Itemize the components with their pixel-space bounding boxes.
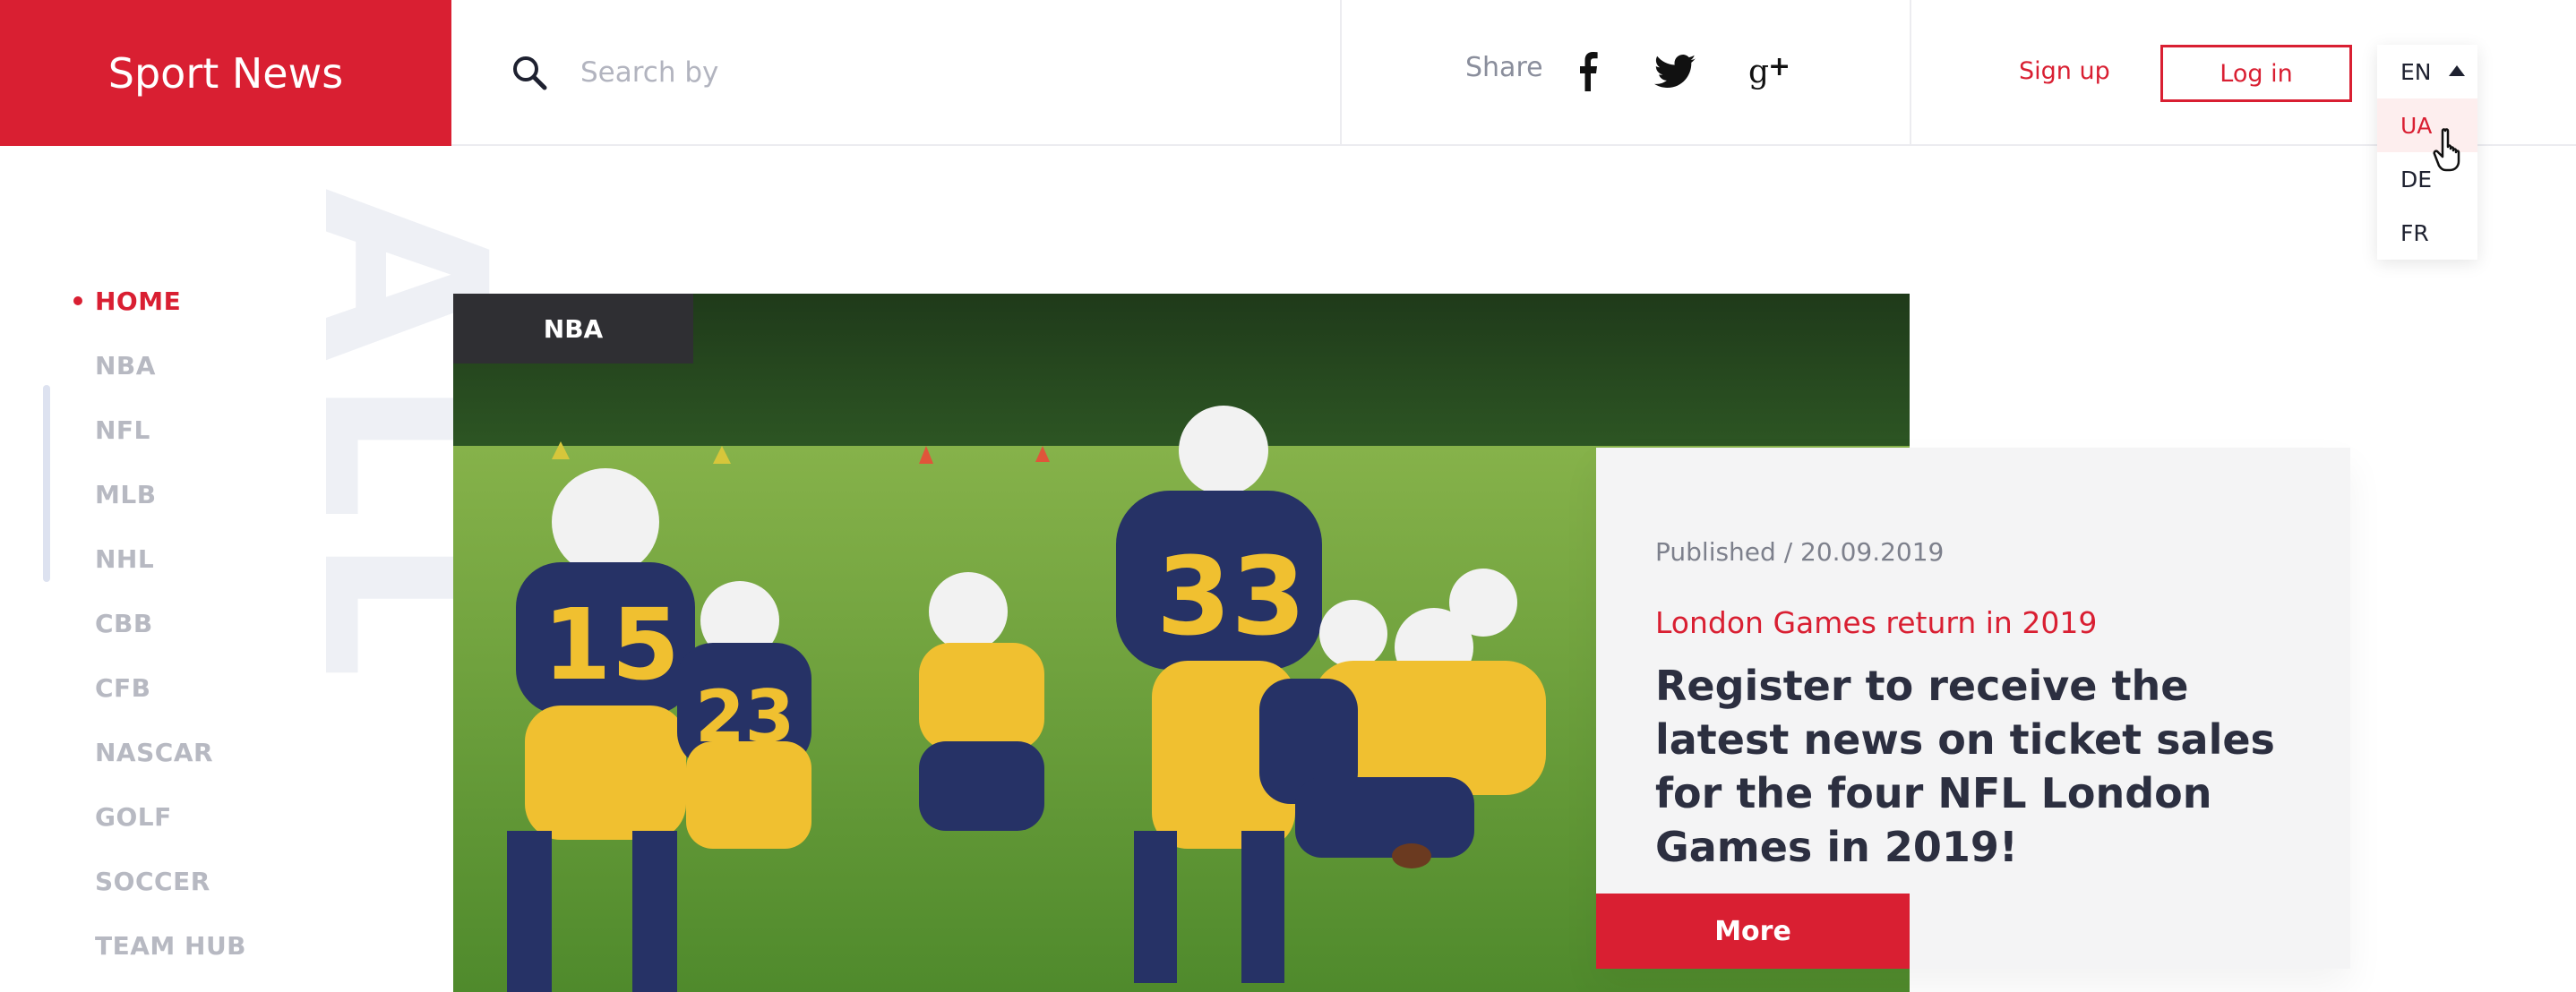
sidebar-item-mlb[interactable]: MLB bbox=[95, 480, 157, 509]
google-plus-icon[interactable]: g + bbox=[1747, 47, 1793, 97]
article-card: Published / 20.09.2019 London Games retu… bbox=[1596, 448, 2350, 969]
language-option-fr[interactable]: FR bbox=[2377, 206, 2477, 260]
sidebar-item-soccer[interactable]: SOCCER bbox=[95, 867, 210, 896]
sidebar-item-nba[interactable]: NBA bbox=[95, 351, 156, 381]
language-current-label: EN bbox=[2400, 58, 2432, 85]
active-bullet bbox=[73, 296, 82, 305]
article-headline[interactable]: Register to receive the latest news on t… bbox=[1655, 659, 2309, 874]
sign-up-link[interactable]: Sign up bbox=[2019, 57, 2110, 85]
hero-category-tag[interactable]: NBA bbox=[453, 294, 693, 363]
facebook-icon[interactable] bbox=[1573, 47, 1603, 97]
svg-text:g: g bbox=[1748, 54, 1769, 90]
logo[interactable]: Sport News bbox=[0, 0, 451, 146]
sidebar-item-home[interactable]: HOME bbox=[95, 286, 181, 316]
logo-text: Sport News bbox=[107, 48, 344, 98]
header-divider bbox=[1340, 0, 1342, 146]
language-option-de[interactable]: DE bbox=[2377, 152, 2477, 206]
sidebar-item-nhl[interactable]: NHL bbox=[95, 544, 154, 574]
log-in-button[interactable]: Log in bbox=[2160, 45, 2352, 102]
sidebar-item-cbb[interactable]: CBB bbox=[95, 609, 153, 638]
svg-text:33: 33 bbox=[1156, 535, 1306, 660]
search-icon[interactable] bbox=[511, 54, 548, 91]
twitter-icon[interactable] bbox=[1650, 47, 1700, 97]
sidebar-item-nfl[interactable]: NFL bbox=[95, 415, 150, 445]
published-date: Published / 20.09.2019 bbox=[1655, 537, 1945, 567]
share-label: Share bbox=[1465, 52, 1543, 83]
language-option-ua[interactable]: UA bbox=[2377, 98, 2477, 152]
sidebar-scrollbar[interactable] bbox=[43, 385, 50, 582]
sidebar-item-team-hub[interactable]: TEAM HUB bbox=[95, 931, 246, 961]
language-dropdown[interactable]: EN UA DE FR bbox=[2377, 45, 2477, 260]
more-button[interactable]: More bbox=[1596, 894, 1910, 969]
svg-text:+: + bbox=[1768, 52, 1790, 82]
caret-up-icon bbox=[2449, 65, 2465, 76]
article-subtitle[interactable]: London Games return in 2019 bbox=[1655, 605, 2097, 640]
sidebar-item-nascar[interactable]: NASCAR bbox=[95, 738, 213, 767]
language-current[interactable]: EN bbox=[2377, 45, 2477, 98]
search-input[interactable] bbox=[580, 48, 1297, 97]
sidebar-item-golf[interactable]: GOLF bbox=[95, 802, 172, 832]
header-divider bbox=[1910, 0, 1911, 146]
svg-text:15: 15 bbox=[543, 587, 680, 702]
sidebar-item-cfb[interactable]: CFB bbox=[95, 673, 151, 703]
